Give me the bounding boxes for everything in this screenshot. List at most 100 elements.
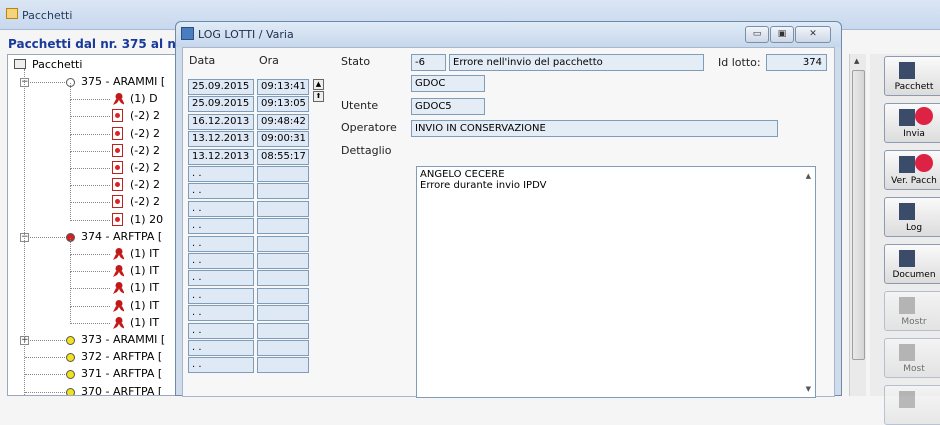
tree-package-node[interactable]: −374 - ARFTPA [	[8, 230, 186, 244]
scrollbar-thumb[interactable]	[852, 70, 865, 360]
log-row-time[interactable]: 09:48:42	[257, 113, 309, 130]
log-row-time[interactable]	[257, 166, 309, 182]
utente-field[interactable]: GDOC5	[411, 98, 485, 115]
status-dot-icon	[66, 370, 75, 379]
log-row-date[interactable]: . .	[188, 357, 254, 374]
tree-package-node[interactable]: −375 - ARAMMI [	[8, 75, 186, 89]
toolbar-button[interactable]: Most	[884, 338, 940, 378]
toolbar-button[interactable]: Log	[884, 197, 940, 237]
log-row-date[interactable]: . .	[188, 287, 254, 304]
ribbon-icon	[113, 265, 124, 277]
scroll-up-arrow-icon[interactable]: ▲	[806, 171, 811, 182]
id-lotto-field[interactable]: 374	[766, 54, 827, 71]
operatore-field[interactable]: INVIO IN CONSERVAZIONE	[411, 120, 778, 137]
tree-connector	[70, 202, 110, 203]
log-row-time[interactable]	[257, 305, 309, 322]
scroll-up-arrow-icon[interactable]: ▲	[854, 57, 859, 65]
tree-document-node[interactable]: (1) D	[8, 83, 186, 106]
toolbar-button[interactable]: Invia	[884, 103, 940, 143]
tree-document-node[interactable]: (-2) 2	[8, 152, 186, 175]
log-row-time[interactable]	[257, 270, 309, 287]
tree-node-label: (-2) 2	[130, 127, 161, 140]
tree-connector	[70, 116, 110, 117]
tree-document-node[interactable]: (-2) 2	[8, 135, 186, 158]
tree-package-node[interactable]: 372 - ARFTPA [	[8, 350, 186, 364]
tree-node-label: (1) IT	[130, 316, 160, 329]
log-row-date[interactable]: . .	[188, 166, 254, 182]
log-row-time[interactable]	[257, 287, 309, 304]
log-row-date[interactable]: 13.12.2013	[188, 148, 254, 165]
tree-package-node[interactable]: 371 - ARFTPA [	[8, 367, 186, 381]
tree-document-node[interactable]: (-2) 2	[8, 118, 186, 141]
dettaglio-textarea[interactable]: ANGELO CECERE Errore durante invio IPDV …	[416, 166, 816, 398]
log-row-date[interactable]: . .	[188, 253, 254, 269]
toolbar-button[interactable]	[884, 385, 940, 425]
log-row-time[interactable]: 09:13:41	[257, 79, 309, 95]
log-row-time[interactable]: 08:55:17	[257, 148, 309, 165]
scroll-down-arrow-icon[interactable]: ▼	[806, 384, 811, 395]
tree-node-label: 373 - ARAMMI [	[81, 333, 166, 346]
tree-document-node[interactable]: (-2) 2	[8, 186, 186, 209]
tree-document-node[interactable]: (-2) 2	[8, 100, 186, 123]
log-row-time[interactable]	[257, 183, 309, 200]
tree-package-node[interactable]: 370 - ARFTPA [	[8, 385, 186, 395]
tree-connector	[70, 238, 71, 255]
log-row-date[interactable]: . .	[188, 340, 254, 356]
log-row-date[interactable]: 25.09.2015	[188, 96, 254, 113]
toolbar-button[interactable]: Ver. Pacch	[884, 150, 940, 190]
log-row-date[interactable]: . .	[188, 270, 254, 287]
minimize-button[interactable]: ▭	[745, 26, 769, 43]
tree-document-node[interactable]: (1) IT	[8, 290, 186, 313]
tree-package-node[interactable]: +373 - ARAMMI [	[8, 333, 186, 347]
col-data-header: Data	[189, 54, 216, 67]
log-row-time[interactable]	[257, 218, 309, 235]
tree-document-node[interactable]: (-2) 2	[8, 169, 186, 192]
toolbar-button-label: Invia	[903, 129, 925, 139]
operatore-label: Operatore	[341, 121, 397, 134]
toolbar-button[interactable]: Mostr	[884, 291, 940, 331]
log-row-date[interactable]: . .	[188, 183, 254, 200]
main-vertical-scrollbar[interactable]: ▲	[849, 54, 866, 396]
pdf-icon	[112, 127, 123, 140]
log-row-date[interactable]: 16.12.2013	[188, 113, 254, 130]
toolbar-button[interactable]: Pacchett	[884, 56, 940, 96]
log-row-time[interactable]: 09:13:05	[257, 96, 309, 113]
stato-sub-field[interactable]: GDOC	[411, 75, 485, 92]
log-row-date[interactable]: . .	[188, 322, 254, 339]
close-button[interactable]: ✕	[795, 26, 831, 43]
log-row-time[interactable]	[257, 253, 309, 269]
log-row-date[interactable]: . .	[188, 235, 254, 252]
dettaglio-label: Dettaglio	[341, 144, 392, 157]
tree-document-node[interactable]: (1) IT	[8, 307, 186, 330]
log-row-date[interactable]: 13.12.2013	[188, 131, 254, 148]
stato-text-field[interactable]: Errore nell'invio del pacchetto	[449, 54, 704, 71]
tree-document-node[interactable]: (1) IT	[8, 255, 186, 278]
scroll-up-icon[interactable]: ▲	[313, 79, 324, 90]
log-row-time[interactable]	[257, 200, 309, 217]
toolbar-button[interactable]: Documen	[884, 244, 940, 284]
pdf-icon	[112, 213, 123, 226]
stato-code-field[interactable]: -6	[411, 54, 446, 71]
packages-tree[interactable]: Pacchetti −375 - ARAMMI [(1) D (-2) 2 (-2)…	[7, 54, 187, 396]
ribbon-icon	[113, 300, 124, 312]
log-row-date[interactable]: . .	[188, 305, 254, 322]
status-dot-icon	[66, 353, 75, 362]
utente-label: Utente	[341, 99, 379, 112]
log-row-time[interactable]: 09:00:31	[257, 131, 309, 148]
tree-connector	[25, 374, 65, 375]
log-row-time[interactable]	[257, 340, 309, 356]
tree-document-node[interactable]: (1) IT	[8, 272, 186, 295]
log-row-time[interactable]	[257, 235, 309, 252]
log-row-time[interactable]	[257, 357, 309, 374]
log-row-date[interactable]: . .	[188, 218, 254, 235]
maximize-button[interactable]: ▣	[770, 26, 794, 43]
log-row-date[interactable]: 25.09.2015	[188, 79, 254, 95]
log-row-time[interactable]	[257, 322, 309, 339]
id-lotto-label: Id lotto:	[718, 56, 761, 69]
tree-connector	[70, 255, 71, 272]
tree-document-node[interactable]: (1) 20	[8, 204, 186, 227]
tree-connector	[25, 82, 65, 83]
tree-document-node[interactable]: (1) IT	[8, 238, 186, 261]
log-row-date[interactable]: . .	[188, 200, 254, 217]
scroll-top-icon[interactable]: ⬆	[313, 91, 324, 102]
